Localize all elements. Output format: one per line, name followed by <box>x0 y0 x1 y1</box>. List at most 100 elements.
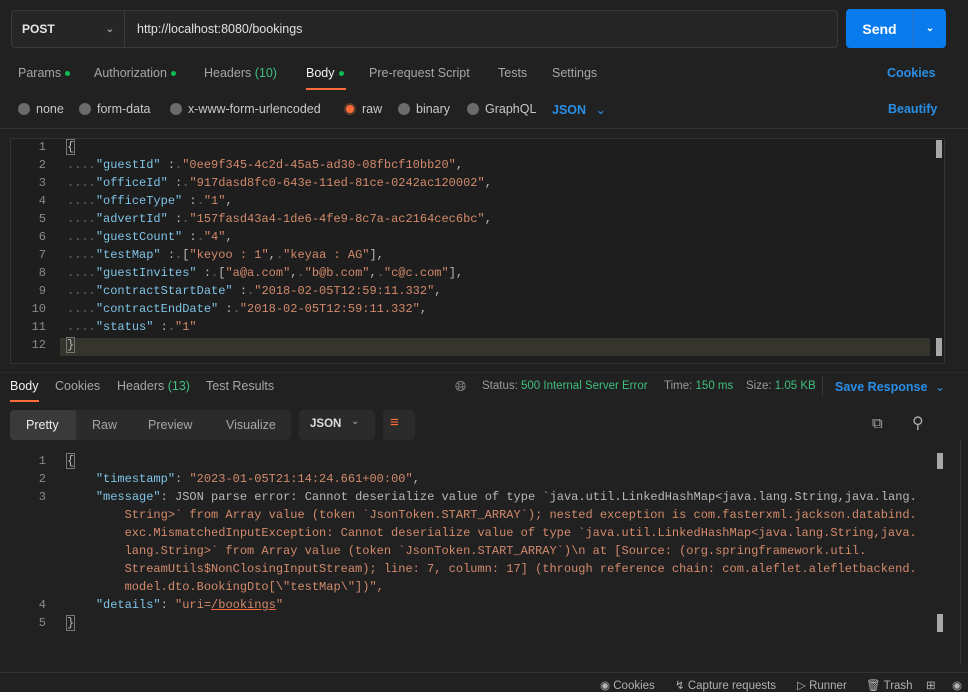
radio-circle[interactable] <box>467 103 479 115</box>
line-number: 6 <box>38 230 46 244</box>
chevron-down-icon: ⌄ <box>595 103 607 117</box>
active-tab-underline <box>10 400 39 402</box>
send-button[interactable]: Send ⌄ <box>846 9 946 48</box>
punct: } <box>65 337 76 353</box>
size-value[interactable]: 1.05 KB <box>775 380 816 392</box>
json-key: "message" <box>95 490 161 504</box>
whitespace <box>196 230 204 244</box>
whitespace <box>196 194 204 208</box>
line-number: 1 <box>38 454 46 468</box>
view-preview[interactable]: Preview <box>148 418 192 432</box>
radio-x-www-form-urlencoded[interactable]: x-www-form-urlencoded <box>170 102 321 116</box>
divider <box>0 372 968 373</box>
punct: { <box>65 453 76 469</box>
whitespace <box>67 302 96 316</box>
radio-graphql[interactable]: GraphQL <box>467 102 536 116</box>
line-number: 2 <box>38 472 46 486</box>
tab-authorization[interactable]: Authorization <box>94 66 176 80</box>
line-number: 2 <box>38 158 46 172</box>
json-string: "1" <box>175 320 197 334</box>
radio-form-data[interactable]: form-data <box>79 102 151 116</box>
response-tab-cookies[interactable]: Cookies <box>55 379 100 393</box>
whitespace <box>67 248 96 262</box>
footer-trash[interactable]: 🗑︎ Trash <box>866 678 913 692</box>
punct: : <box>167 212 183 226</box>
code-line: } <box>65 337 76 353</box>
json-key: "contractStartDate" <box>95 284 233 298</box>
punct: : <box>232 284 248 298</box>
punct: : <box>160 248 176 262</box>
response-scrollbar-bottom[interactable] <box>937 614 943 632</box>
wrap-lines-button[interactable] <box>383 410 415 440</box>
json-key: "contractEndDate" <box>95 302 219 316</box>
view-raw[interactable]: Raw <box>92 418 117 432</box>
beautify-link[interactable]: Beautify <box>888 102 937 116</box>
help-icon[interactable]: ◉ <box>952 678 962 692</box>
copy-icon[interactable]: ⧉ <box>872 415 883 432</box>
tab-settings[interactable]: Settings <box>552 66 597 80</box>
radio-circle[interactable] <box>79 103 91 115</box>
footer-runner[interactable]: ▷ Runner <box>797 678 847 692</box>
url-input[interactable]: http://localhost:8080/bookings <box>124 10 838 48</box>
json-string: "0ee9f345-4c2d-45a5-ad30-08fbcf10bb20" <box>182 158 456 172</box>
tab-label: Headers <box>204 66 252 80</box>
code-line: } <box>65 615 76 631</box>
punct: , <box>412 472 420 486</box>
radio-circle[interactable] <box>344 103 356 115</box>
punct: : <box>160 598 168 612</box>
tab-pre-request-script[interactable]: Pre-request Script <box>369 66 470 80</box>
punct: `java.util.LinkedHashMap<java.lang.Strin… <box>542 490 917 504</box>
radio-raw[interactable]: raw <box>344 102 382 116</box>
save-response-button[interactable]: Save Response ⌄ <box>835 379 945 394</box>
editor-scrollbar-bottom[interactable] <box>936 338 942 356</box>
code-line: StreamUtils$NonClosingInputStream); line… <box>67 562 917 576</box>
tab-params[interactable]: Params <box>18 66 71 80</box>
radio-circle[interactable] <box>170 103 182 115</box>
radio-binary[interactable]: binary <box>398 102 450 116</box>
view-pretty[interactable]: Pretty <box>26 418 59 432</box>
code-line: "guestId" : "0ee9f345-4c2d-45a5-ad30-08f… <box>67 158 463 172</box>
punct: of <box>484 490 500 504</box>
whitespace <box>297 266 305 280</box>
time-value[interactable]: 150 ms <box>696 380 734 392</box>
status-value[interactable]: 500 Internal Server Error <box>521 380 648 392</box>
response-scrollbar[interactable] <box>937 453 943 469</box>
radio-circle[interactable] <box>398 103 410 115</box>
format-select[interactable]: JSON ⌄ <box>552 102 606 117</box>
radio-none[interactable]: none <box>18 102 64 116</box>
punct: , <box>369 266 377 280</box>
tab-label: Settings <box>552 66 598 80</box>
cookies-link[interactable]: Cookies <box>887 66 936 80</box>
tab-tests[interactable]: Tests <box>498 66 527 80</box>
response-tab-headers[interactable]: Headers (13) <box>117 379 190 393</box>
tab-label: Authorization <box>94 66 167 80</box>
view-visualize[interactable]: Visualize <box>226 418 276 432</box>
editor-scrollbar[interactable] <box>936 140 942 158</box>
line-number: 10 <box>31 302 46 316</box>
uri-link[interactable]: /bookings <box>211 598 276 612</box>
method-select[interactable]: POST ⌄ <box>11 10 125 48</box>
tab-label: Body <box>10 379 39 393</box>
layout-icon[interactable]: ⊞ <box>926 678 936 692</box>
response-tab-test-results[interactable]: Test Results <box>206 379 274 393</box>
globe-icon[interactable]: 🌐︎ <box>455 378 466 395</box>
punct: deserialize <box>355 490 435 504</box>
footer-cookies[interactable]: ◉ Cookies <box>600 678 655 692</box>
search-icon[interactable]: ⚲ <box>912 413 924 433</box>
response-tab-body[interactable]: Body <box>10 379 39 393</box>
json-key: "officeType" <box>95 194 183 208</box>
footer-capture[interactable]: ↯ Capture requests <box>675 678 776 692</box>
send-options-chevron-icon[interactable]: ⌄ <box>914 23 946 34</box>
radio-circle[interactable] <box>18 103 30 115</box>
code-line: "message": JSON parse error: Cannot dese… <box>67 490 917 504</box>
tab-headers[interactable]: Headers (10) <box>204 66 277 80</box>
tab-body[interactable]: Body <box>306 66 344 80</box>
radio-label: raw <box>362 102 383 116</box>
response-format-value: JSON <box>310 418 342 430</box>
line-number: 3 <box>38 176 46 190</box>
line-number: 12 <box>31 338 46 352</box>
punct: , <box>434 284 442 298</box>
